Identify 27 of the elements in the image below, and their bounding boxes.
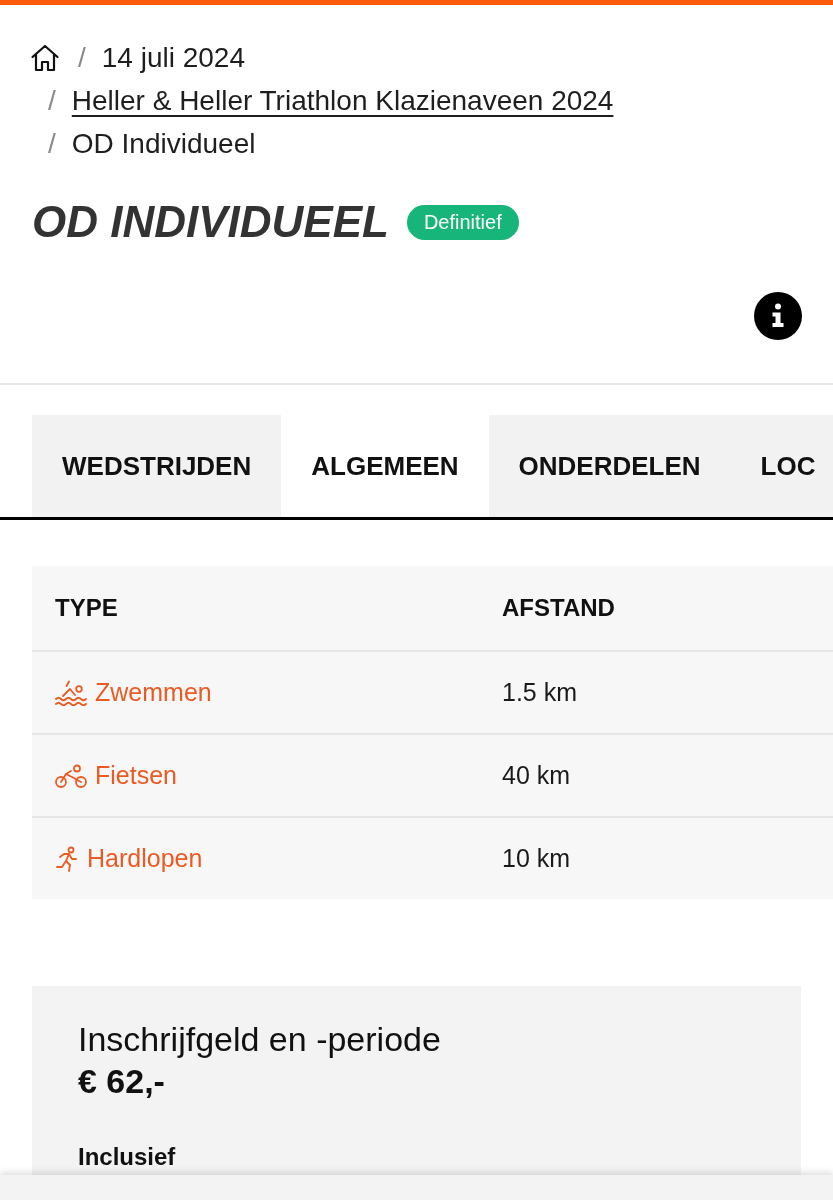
tab[interactable]: ONDERDELEN: [488, 415, 731, 517]
distance-text: 10 km: [502, 844, 571, 873]
swimmer-icon: [55, 679, 87, 706]
card-title: Inschrijfgeld en -periode: [78, 1019, 442, 1060]
breadcrumb-separator: /: [78, 41, 86, 74]
section-heading: Inclusief: [78, 1142, 177, 1172]
sport-name: Fietsen: [95, 761, 177, 790]
tab[interactable]: WEDSTRIJDEN: [32, 415, 282, 517]
info-icon[interactable]: [754, 292, 802, 340]
breadcrumb-item: OD Individueel: [71, 127, 256, 160]
status-badge: Definitief: [406, 204, 519, 240]
tab[interactable]: LOC: [730, 415, 833, 517]
sport-name: Hardlopen: [87, 844, 203, 873]
distance-text: 40 km: [502, 761, 571, 790]
distance-text: 1.5 km: [502, 678, 578, 707]
cyclist-icon: [55, 763, 87, 788]
breadcrumb-separator: /: [48, 127, 56, 160]
price-text: € 62,-: [78, 1061, 166, 1102]
column-header: TYPE: [55, 594, 118, 622]
breadcrumb-link[interactable]: Heller & Heller Triathlon Klazienaveen 2024: [71, 84, 614, 117]
sport-name: Zwemmen: [95, 678, 212, 707]
runner-icon: [55, 845, 79, 872]
page-title: OD INDIVIDUEEL: [32, 196, 389, 248]
column-header: AFSTAND: [502, 594, 615, 622]
breadcrumb-item: 14 juli 2024: [101, 41, 245, 74]
breadcrumb-separator: /: [48, 84, 56, 117]
home-icon[interactable]: [30, 42, 60, 73]
